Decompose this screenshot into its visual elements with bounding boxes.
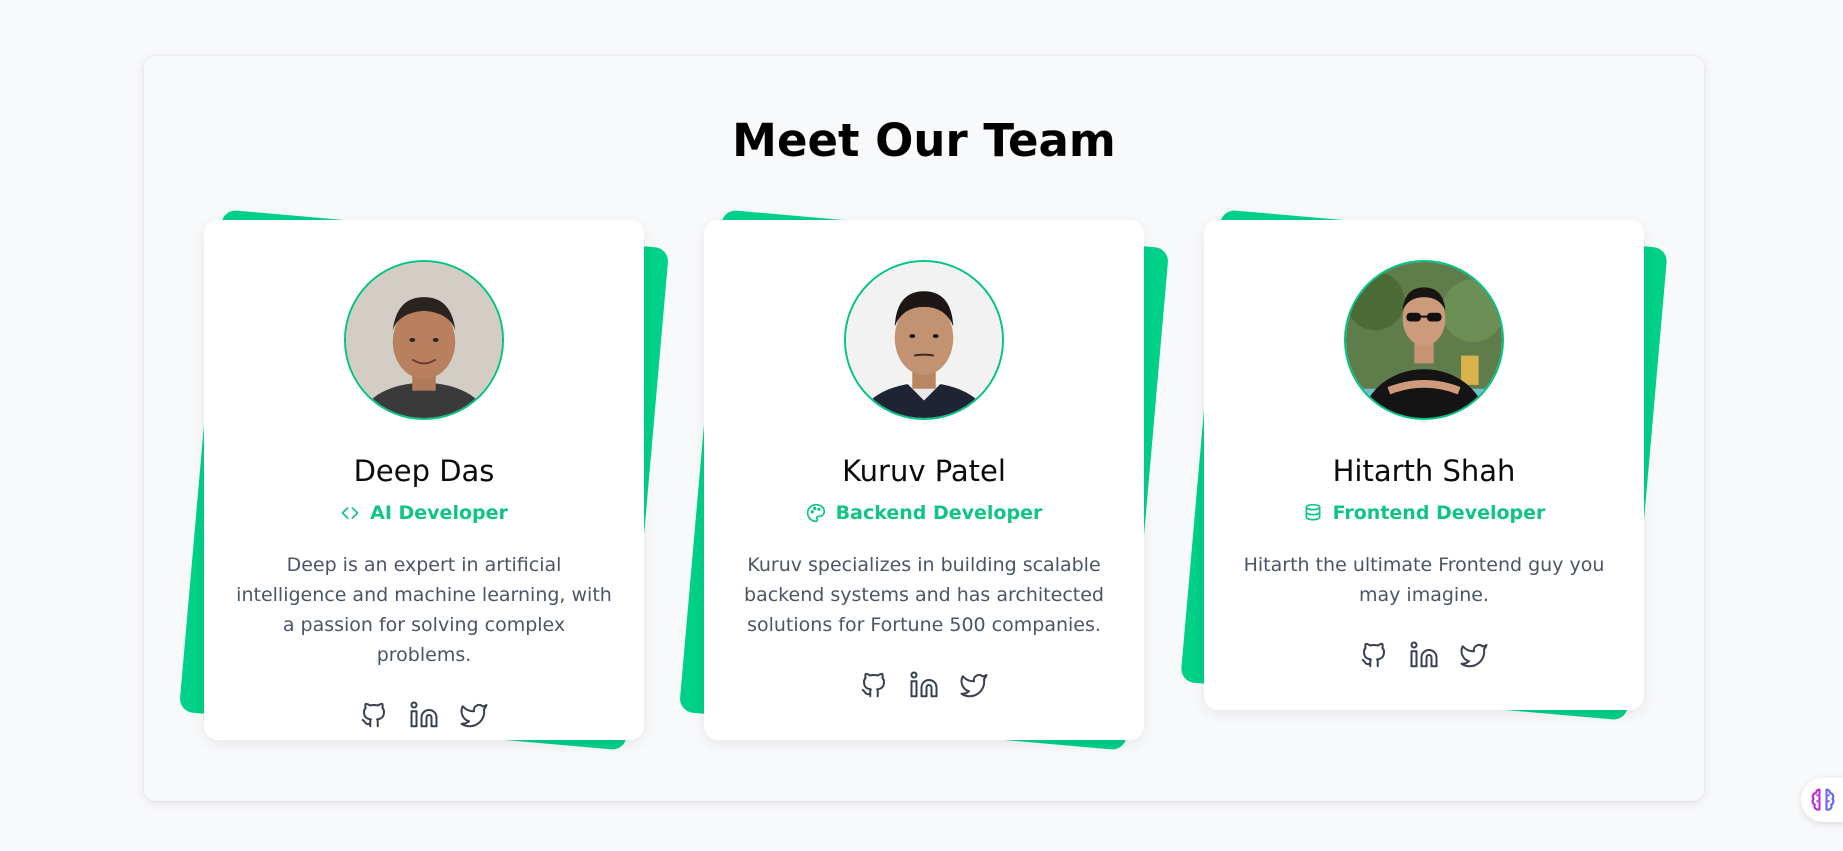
social-links [204, 700, 644, 730]
member-name: Kuruv Patel [842, 454, 1006, 488]
member-description: Deep is an expert in artificial intellig… [236, 554, 612, 666]
team-section: Meet Our Team Deep Das AI Developer Deep… [144, 56, 1704, 801]
avatar-photo-kuruv [846, 262, 1002, 418]
member-name: Hitarth Shah [1332, 454, 1516, 488]
avatar [1344, 260, 1504, 420]
member-role: Frontend Developer [1204, 502, 1644, 524]
linkedin-icon[interactable] [909, 670, 939, 700]
avatar [844, 260, 1004, 420]
member-name: Deep Das [353, 454, 495, 488]
team-card: Kuruv Patel Backend Developer Kuruv spec… [704, 220, 1144, 740]
twitter-icon[interactable] [1459, 640, 1489, 670]
brain-icon [1809, 786, 1837, 814]
github-icon[interactable] [1359, 640, 1389, 670]
assistant-launcher-button[interactable] [1801, 778, 1843, 822]
github-icon[interactable] [359, 700, 389, 730]
github-icon[interactable] [859, 670, 889, 700]
team-card: Hitarth Shah Frontend Developer Hitarth … [1204, 220, 1644, 710]
linkedin-icon[interactable] [1409, 640, 1439, 670]
social-links [1204, 640, 1644, 670]
page-title: Meet Our Team [732, 114, 1116, 167]
linkedin-icon[interactable] [409, 700, 439, 730]
team-card-wrapper: Kuruv Patel Backend Developer Kuruv spec… [678, 209, 1170, 751]
avatar-photo-deep [346, 262, 502, 418]
twitter-icon[interactable] [959, 670, 989, 700]
member-description: Hitarth the ultimate Frontend guy you ma… [1243, 554, 1605, 606]
member-role: AI Developer [204, 502, 644, 524]
avatar-photo-hitarth [1346, 262, 1502, 418]
member-role-label: AI Developer [370, 502, 508, 524]
member-description: Kuruv specializes in building scalable b… [744, 554, 1104, 636]
team-card-wrapper: Deep Das AI Developer Deep is an expert … [178, 209, 670, 751]
database-icon [1303, 503, 1323, 523]
code-icon [340, 503, 360, 523]
palette-icon [806, 503, 826, 523]
team-card: Deep Das AI Developer Deep is an expert … [204, 220, 644, 740]
twitter-icon[interactable] [459, 700, 489, 730]
member-role-label: Backend Developer [835, 502, 1043, 524]
social-links [704, 670, 1144, 700]
avatar [344, 260, 504, 420]
team-card-wrapper: Hitarth Shah Frontend Developer Hitarth … [1180, 209, 1668, 721]
member-role-label: Frontend Developer [1332, 502, 1546, 524]
member-role: Backend Developer [704, 502, 1144, 524]
